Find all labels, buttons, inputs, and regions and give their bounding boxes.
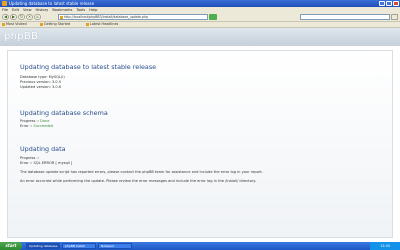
window-title: Updating database to latest stable relea… xyxy=(9,1,95,6)
page-header: phpBB xyxy=(0,28,400,46)
search-input[interactable] xyxy=(300,14,390,20)
maximize-button[interactable] xyxy=(386,1,392,6)
back-button[interactable]: ◀ xyxy=(2,14,9,20)
section-heading: Updating database to latest stable relea… xyxy=(20,63,157,71)
section-heading: Updating data xyxy=(20,145,66,153)
error-status: Succeeded xyxy=(33,124,54,128)
bookmark-most-visited[interactable]: Most Visited xyxy=(2,22,27,27)
updated-version: Updated version: 3.0.6 xyxy=(20,85,62,89)
bookmark-icon xyxy=(40,22,43,26)
section-heading: Updating database schema xyxy=(20,109,108,117)
section-database-update: Updating database to latest stable relea… xyxy=(20,63,156,90)
error-log-message: An error occurred while performing the u… xyxy=(20,179,257,183)
section-schema-update: Updating database schema Progress :: Don… xyxy=(20,109,108,129)
forward-button[interactable]: ▶ xyxy=(10,14,17,20)
content-panel: Updating database to latest stable relea… xyxy=(7,50,393,238)
stop-button[interactable]: ✕ xyxy=(26,14,33,20)
start-button[interactable]: start xyxy=(0,242,22,250)
reload-button[interactable]: ↻ xyxy=(18,14,25,20)
window-title-bar: Updating database to latest stable relea… xyxy=(0,0,400,7)
bookmark-latest-headlines[interactable]: Latest Headlines xyxy=(86,22,118,27)
minimize-button[interactable] xyxy=(379,1,385,6)
search-icon[interactable] xyxy=(391,14,398,20)
system-tray-clock: 12:00 xyxy=(370,242,400,250)
phpbb-logo: phpBB xyxy=(4,31,39,42)
taskbar-item[interactable]: Updating database xyxy=(26,243,60,249)
bookmark-label: Getting Started xyxy=(44,22,71,26)
home-button[interactable]: ⌂ xyxy=(34,14,41,20)
error-label: Error :: xyxy=(20,124,34,128)
bookmark-getting-started[interactable]: Getting Started xyxy=(40,22,70,27)
taskbar-item[interactable]: Notepad xyxy=(98,243,132,249)
bookmark-label: Latest Headlines xyxy=(90,22,119,26)
bookmark-label: Most Visited xyxy=(6,22,27,26)
taskbar-item[interactable]: phpBB install xyxy=(62,243,96,249)
firefox-icon xyxy=(2,1,7,6)
bookmark-icon xyxy=(2,22,5,26)
section-data-update: Updating data Progress :: Error :: SQL E… xyxy=(20,145,320,184)
navigation-toolbar: ◀ ▶ ↻ ✕ ⌂ http://localhost/phpBB3/instal… xyxy=(0,13,400,22)
window-controls xyxy=(379,1,399,6)
go-button[interactable] xyxy=(209,14,217,20)
address-bar[interactable]: http://localhost/phpBB3/install/database… xyxy=(58,14,208,20)
site-favicon-icon xyxy=(60,15,63,19)
taskbar: start Updating database phpBB install No… xyxy=(0,242,400,250)
address-url: http://localhost/phpBB3/install/database… xyxy=(64,15,148,19)
close-button[interactable] xyxy=(393,1,399,6)
schema-error: Error :: Succeeded xyxy=(20,124,108,129)
progress-label: Progress :: xyxy=(20,119,41,123)
page-content: phpBB Updating database to latest stable… xyxy=(0,28,400,242)
rss-icon xyxy=(86,22,89,26)
progress-status: Done xyxy=(40,119,50,123)
